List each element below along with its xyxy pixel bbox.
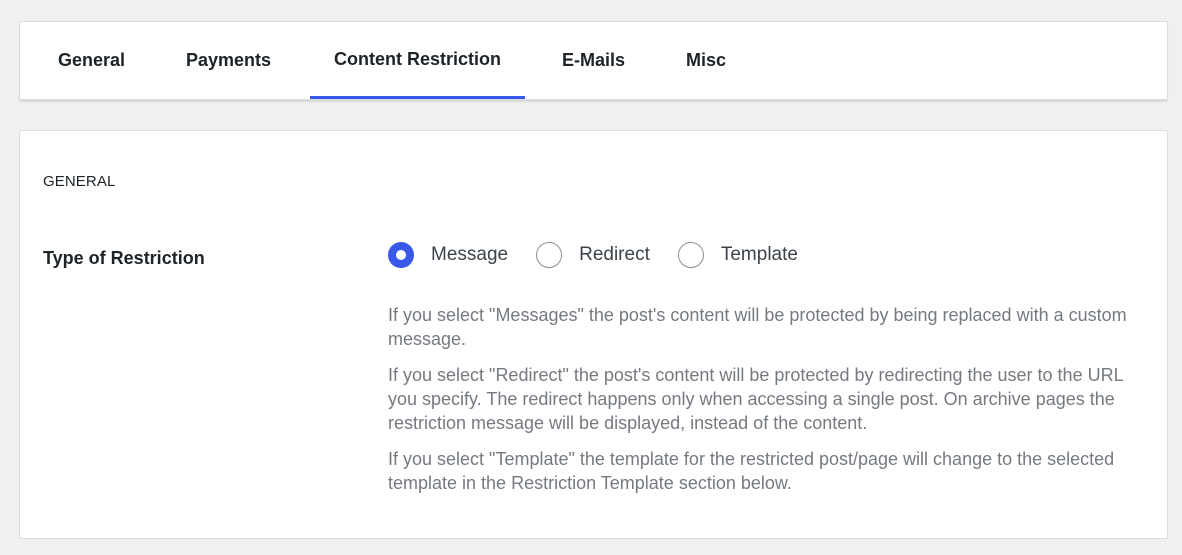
tab-content-restriction[interactable]: Content Restriction xyxy=(310,22,525,99)
description-redirect: If you select "Redirect" the post's cont… xyxy=(388,365,1123,433)
settings-tabs: General Payments Content Restriction E-M… xyxy=(19,21,1168,100)
description-template: If you select "Template" the template fo… xyxy=(388,449,1115,493)
radio-option-redirect[interactable]: Redirect xyxy=(536,242,650,268)
restriction-descriptions: If you select "Messages" the post's cont… xyxy=(388,303,1153,507)
radio-template[interactable] xyxy=(677,242,704,268)
radio-template-label[interactable]: Template xyxy=(721,244,798,266)
radio-option-template[interactable]: Template xyxy=(677,242,798,268)
tab-misc[interactable]: Misc xyxy=(666,22,746,99)
description-message: If you select "Messages" the post's cont… xyxy=(388,305,1127,349)
tab-emails[interactable]: E-Mails xyxy=(542,22,645,99)
section-title: GENERAL xyxy=(43,173,116,190)
radio-message[interactable] xyxy=(388,242,414,268)
radio-option-message[interactable]: Message xyxy=(388,242,508,268)
tab-payments[interactable]: Payments xyxy=(166,22,291,99)
radio-message-label[interactable]: Message xyxy=(431,244,508,266)
radio-redirect[interactable] xyxy=(536,242,563,268)
restriction-type-radio-group: Message Redirect Template xyxy=(388,242,826,268)
content-restriction-panel: GENERAL Type of Restriction Message Redi… xyxy=(19,130,1168,539)
radio-redirect-label[interactable]: Redirect xyxy=(579,244,650,266)
type-of-restriction-label: Type of Restriction xyxy=(43,248,205,268)
tab-general[interactable]: General xyxy=(38,22,145,99)
